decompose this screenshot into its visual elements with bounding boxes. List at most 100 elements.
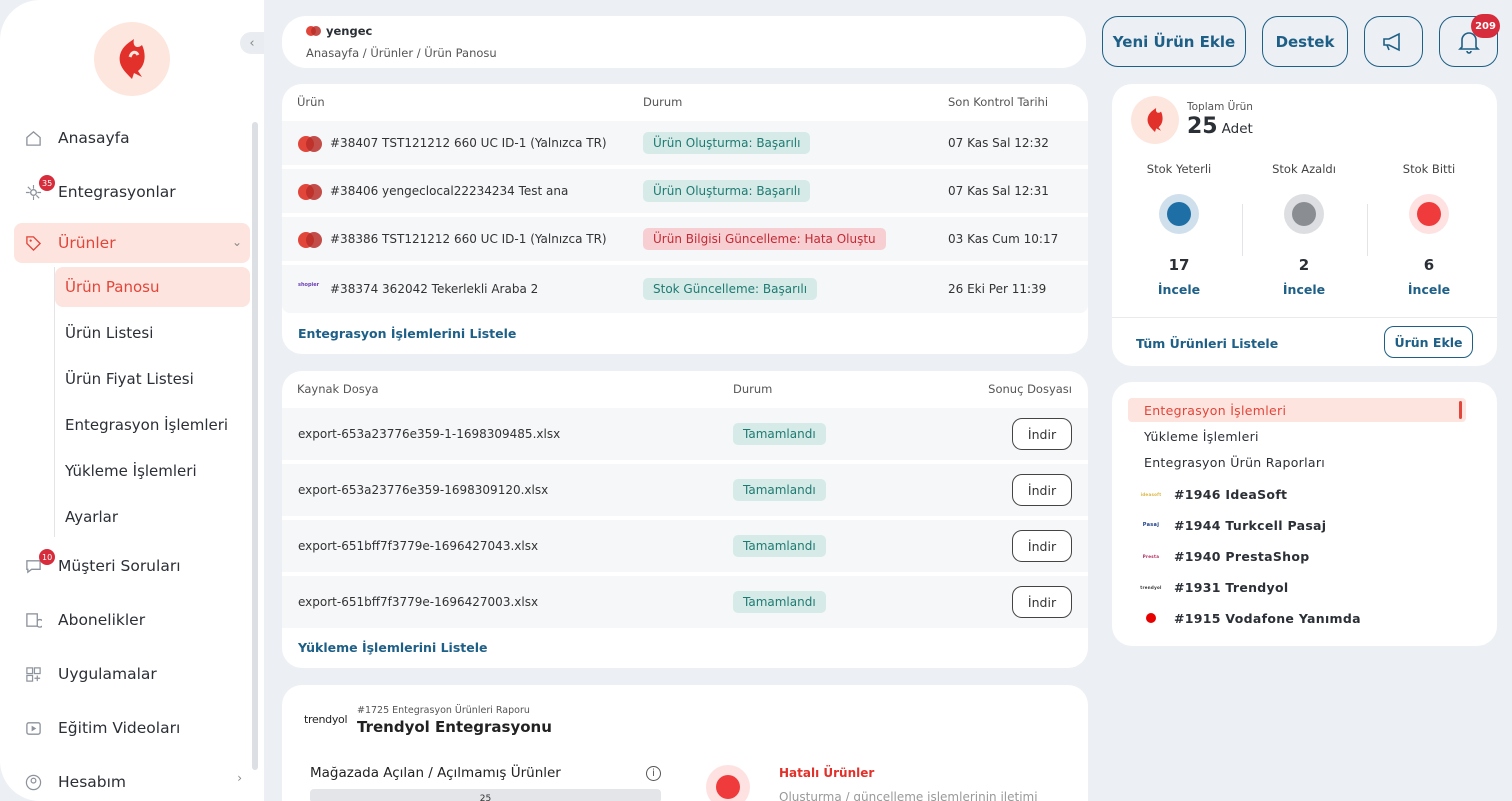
sidebar-nav: Anasayfa 35 Entegrasyonlar Ürünler ⌄ Ürü… [14, 115, 250, 801]
notification-count-badge: 209 [1471, 14, 1500, 38]
list-all-products-link[interactable]: Tüm Ürünleri Listele [1136, 336, 1278, 351]
product-name: #38406 yengeclocal22234234 Test ana [330, 184, 569, 198]
new-product-button[interactable]: Yeni Ürün Ekle [1102, 16, 1246, 67]
menu-item-integration-product-reports[interactable]: Entegrasyon Ürün Raporları [1128, 450, 1466, 474]
announcement-button[interactable] [1364, 16, 1423, 67]
stat-label: Stok Bitti [1402, 162, 1456, 176]
source-file-name: export-653a23776e359-1698309120.xlsx [298, 483, 549, 497]
stat-count: 6 [1423, 256, 1435, 274]
stat-count: 2 [1298, 256, 1310, 274]
table-row: export-651bff7f3779e-1696427043.xlsx Tam… [282, 520, 1088, 572]
download-button[interactable]: İndir [1012, 586, 1072, 618]
yengec-logo-icon [298, 232, 322, 248]
stock-out: Stok Bitti 6 İncele [1366, 162, 1492, 297]
status-dot-icon [1409, 194, 1449, 234]
brand-logo[interactable] [94, 22, 170, 96]
user-icon [25, 774, 42, 791]
column-header-date: Son Kontrol Tarihi [948, 95, 1049, 109]
column-header-product: Ürün [297, 95, 325, 109]
menu-item-upload-operations[interactable]: Yükleme İşlemleri [1128, 424, 1466, 448]
download-button[interactable]: İndir [1012, 530, 1072, 562]
menu-item-integration-operations[interactable]: Entegrasyon İşlemleri [1128, 398, 1466, 422]
ideasoft-logo-icon: ideasoft [1140, 491, 1162, 497]
notifications-button[interactable]: 209 [1439, 14, 1500, 67]
source-file-name: export-653a23776e359-1-1698309485.xlsx [298, 427, 561, 441]
report-link-trendyol[interactable]: trendyol #1931 Trendyol [1140, 576, 1288, 598]
column-header-status: Durum [733, 382, 773, 396]
sidebar-item-egitim-videolari[interactable]: Eğitim Videoları [14, 705, 250, 751]
sidebar-item-hesabim[interactable]: Hesabım › [14, 759, 250, 801]
status-badge: Ürün Bilgisi Güncelleme: Hata Oluştu [643, 228, 886, 250]
sidebar-subitem-urun-panosu[interactable]: Ürün Panosu [55, 267, 250, 307]
collapse-sidebar-button[interactable]: ‹ [240, 32, 264, 54]
column-header-result-file: Sonuç Dosyası [988, 382, 1072, 396]
table-row[interactable]: #38386 TST121212 660 UC ID-1 (Yalnızca T… [282, 217, 1088, 261]
sidebar-item-abonelikler[interactable]: Abonelikler [14, 597, 250, 643]
total-products-label: Toplam Ürün [1187, 101, 1253, 113]
sidebar-item-anasayfa[interactable]: Anasayfa [14, 115, 250, 161]
active-indicator [1459, 401, 1462, 419]
home-icon [26, 131, 41, 146]
sidebar-item-entegrasyonlar[interactable]: 35 Entegrasyonlar [14, 169, 250, 215]
list-integration-operations-link[interactable]: Entegrasyon İşlemlerini Listele [298, 326, 516, 341]
status-badge: Tamamlandı [733, 535, 826, 557]
table-row[interactable]: #38407 TST121212 660 UC ID-1 (Yalnızca T… [282, 121, 1088, 165]
download-button[interactable]: İndir [1012, 474, 1072, 506]
stock-summary-card: Toplam Ürün 25 Adet Stok Yeterli 17 İnce… [1112, 84, 1497, 366]
report-link-turkcell-pasaj[interactable]: Pasaj #1944 Turkcell Pasaj [1142, 514, 1326, 536]
total-products-value: 25 Adet [1187, 114, 1253, 139]
status-badge: Ürün Oluşturma: Başarılı [643, 180, 811, 202]
inspect-link[interactable]: İncele [1241, 282, 1367, 297]
table-row: export-653a23776e359-1698309120.xlsx Tam… [282, 464, 1088, 516]
integrations-badge: 35 [39, 175, 56, 191]
integration-operations-card: Ürün Durum Son Kontrol Tarihi #38407 TST… [282, 84, 1088, 354]
divider [1112, 317, 1497, 318]
column-header-source-file: Kaynak Dosya [297, 382, 379, 396]
chevron-right-icon: › [237, 771, 242, 785]
stat-label: Stok Azaldı [1272, 162, 1336, 176]
inspect-link[interactable]: İncele [1366, 282, 1492, 297]
video-icon [26, 722, 41, 735]
apps-icon [26, 667, 41, 682]
table-row[interactable]: #38406 yengeclocal22234234 Test ana Ürün… [282, 169, 1088, 213]
list-upload-operations-link[interactable]: Yükleme İşlemlerini Listele [298, 640, 488, 655]
report-title: Trendyol Entegrasyonu [357, 718, 552, 736]
sidebar-subitem-yukleme-islemleri[interactable]: Yükleme İşlemleri [55, 451, 250, 491]
sidebar-item-urunler[interactable]: Ürünler ⌄ [14, 223, 250, 263]
table-row: export-653a23776e359-1-1698309485.xlsx T… [282, 408, 1088, 460]
column-header-status: Durum [643, 95, 683, 109]
status-dot-icon [1159, 194, 1199, 234]
info-icon[interactable]: i [646, 766, 661, 781]
status-badge: Tamamlandı [733, 423, 826, 445]
product-name: #38374 362042 Tekerlekli Araba 2 [330, 282, 539, 296]
sidebar-item-label: Anasayfa [58, 129, 130, 147]
check-date: 07 Kas Sal 12:31 [948, 184, 1049, 198]
stat-count: 17 [1168, 256, 1190, 274]
status-dot-icon [1284, 194, 1324, 234]
report-link-vodafone[interactable]: #1915 Vodafone Yanımda [1142, 607, 1361, 629]
add-product-button[interactable]: Ürün Ekle [1384, 326, 1473, 358]
sidebar-item-musteri-sorulari[interactable]: 10 Müşteri Soruları [14, 543, 250, 589]
table-row[interactable]: shopier #38374 362042 Tekerlekli Araba 2… [282, 265, 1088, 313]
download-button[interactable]: İndir [1012, 418, 1072, 450]
breadcrumb-bar: yengec Anasayfa / Ürünler / Ürün Panosu [282, 16, 1086, 68]
sidebar-subitem-entegrasyon-islemleri[interactable]: Entegrasyon İşlemleri [55, 405, 250, 445]
product-name: #38407 TST121212 660 UC ID-1 (Yalnızca T… [330, 136, 607, 150]
error-products-desc: Oluşturma / güncelleme işlemlerinin ilet… [779, 790, 1038, 801]
report-subtitle: #1725 Entegrasyon Ürünleri Raporu [357, 705, 530, 716]
sidebar-subitem-ayarlar[interactable]: Ayarlar [55, 497, 250, 537]
report-link-ideasoft[interactable]: ideasoft #1946 IdeaSoft [1140, 483, 1287, 505]
source-file-name: export-651bff7f3779e-1696427003.xlsx [298, 595, 539, 609]
sidebar-item-uygulamalar[interactable]: Uygulamalar [14, 651, 250, 697]
sidebar-scrollbar[interactable] [252, 122, 258, 770]
yengec-logo-icon [298, 136, 322, 152]
megaphone-icon [1382, 32, 1400, 51]
sidebar-subitem-urun-listesi[interactable]: Ürün Listesi [55, 313, 250, 353]
trendyol-logo-icon: trendyol [1140, 584, 1162, 590]
sidebar-subitem-urun-fiyat-listesi[interactable]: Ürün Fiyat Listesi [55, 359, 250, 399]
yengec-logo-icon [298, 184, 322, 200]
store-name: yengec [306, 24, 372, 38]
support-button[interactable]: Destek [1262, 16, 1348, 67]
report-link-prestashop[interactable]: Presta #1940 PrestaShop [1142, 545, 1310, 567]
inspect-link[interactable]: İncele [1116, 282, 1242, 297]
